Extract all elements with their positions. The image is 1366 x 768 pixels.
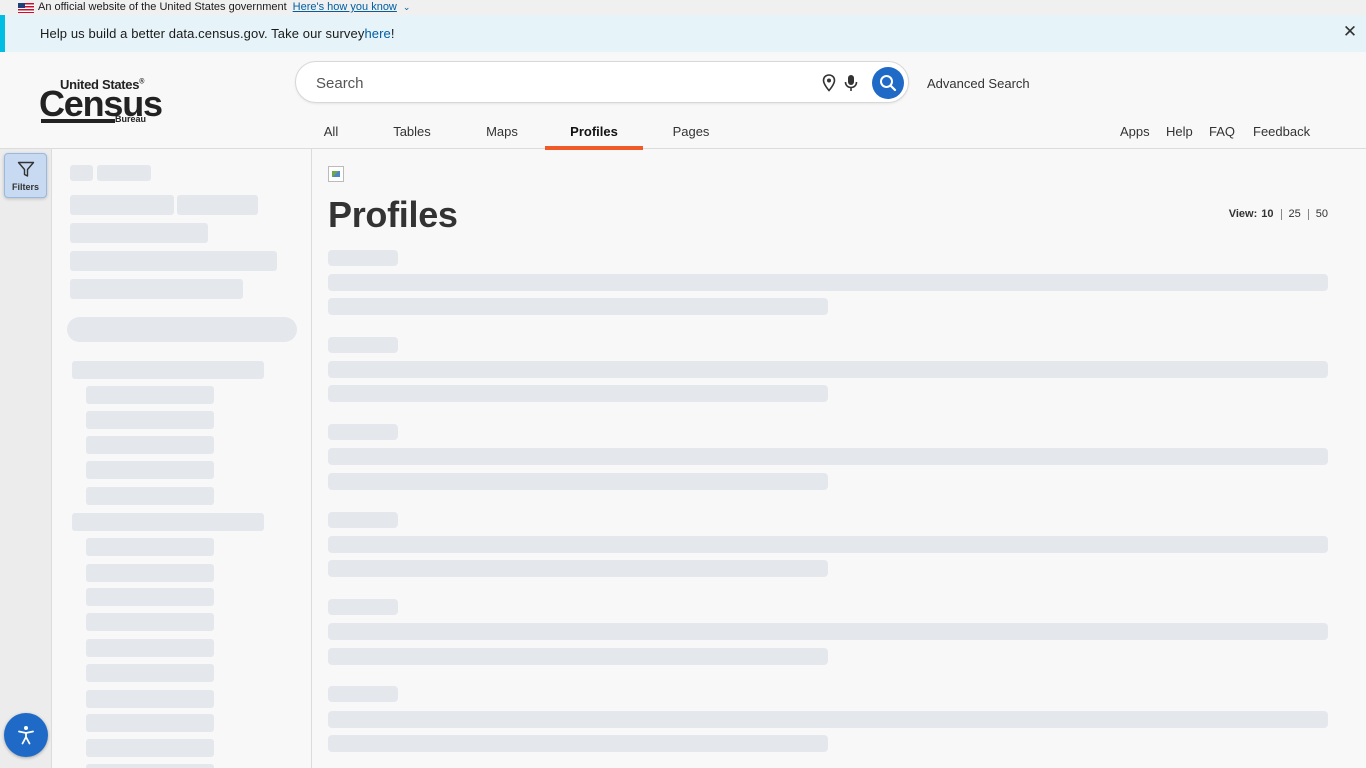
feedback-link[interactable]: Feedback [1253, 124, 1310, 139]
skeleton-placeholder [72, 361, 264, 379]
left-rail: Filters [0, 149, 52, 768]
skeleton-placeholder [86, 714, 214, 732]
filter-funnel-icon [17, 161, 34, 177]
tab-tables[interactable]: Tables [388, 124, 436, 149]
skeleton-placeholder [86, 613, 214, 631]
skeleton-placeholder [72, 513, 264, 531]
logo-bureau-text: Bureau [115, 114, 147, 124]
skeleton-placeholder [328, 711, 1328, 728]
logo-bar [41, 119, 115, 123]
search-box [295, 61, 909, 103]
filter-panel [53, 149, 312, 768]
close-icon[interactable]: ✕ [1340, 22, 1360, 42]
skeleton-placeholder [86, 436, 214, 454]
skeleton-placeholder [86, 664, 214, 682]
search-input[interactable] [316, 72, 796, 94]
tab-profiles[interactable]: Profiles [545, 124, 643, 150]
filters-label: Filters [11, 182, 39, 192]
skeleton-placeholder [328, 250, 398, 266]
skeleton-placeholder [86, 639, 214, 657]
skeleton-placeholder [177, 195, 258, 215]
filters-button[interactable]: Filters [4, 153, 47, 198]
tab-maps[interactable]: Maps [481, 124, 523, 149]
skeleton-placeholder [328, 298, 828, 315]
skeleton-placeholder [328, 424, 398, 440]
survey-banner: Help us build a better data.census.gov. … [0, 15, 1366, 52]
skeleton-placeholder [86, 538, 214, 556]
skeleton-placeholder [70, 251, 277, 271]
skeleton-placeholder [328, 735, 828, 752]
skeleton-placeholder [70, 223, 208, 243]
survey-text: Help us build a better data.census.gov. … [40, 26, 365, 41]
divider [1307, 208, 1309, 220]
gov-banner: An official website of the United States… [0, 0, 1366, 15]
skeleton-placeholder [328, 473, 828, 490]
view-count-selector: View: 10 25 50 [1229, 208, 1328, 220]
skeleton-placeholder [86, 487, 214, 505]
microphone-icon[interactable] [843, 74, 859, 92]
view-option-10[interactable]: 10 [1261, 208, 1273, 220]
view-option-25[interactable]: 25 [1289, 208, 1301, 220]
search-icon [880, 75, 897, 92]
apps-link[interactable]: Apps [1120, 124, 1150, 139]
us-flag-icon [18, 2, 34, 13]
skeleton-placeholder [328, 512, 398, 528]
skeleton-placeholder [97, 165, 151, 181]
survey-suffix: ! [390, 26, 395, 41]
skeleton-placeholder [328, 385, 828, 402]
census-logo[interactable]: United States® Census Bureau [38, 75, 163, 125]
accessibility-icon [18, 726, 34, 745]
skeleton-placeholder [86, 588, 214, 606]
skeleton-placeholder [328, 648, 828, 665]
skeleton-placeholder [86, 461, 214, 479]
skeleton-placeholder [70, 165, 93, 181]
search-button[interactable] [872, 67, 904, 99]
accessibility-button[interactable] [4, 713, 48, 757]
skeleton-placeholder [86, 764, 214, 768]
help-link[interactable]: Help [1166, 124, 1193, 139]
skeleton-placeholder [328, 560, 828, 577]
broken-image-icon [328, 166, 344, 182]
site-header: United States® Census Bureau Advanced Se… [0, 52, 1366, 150]
tab-pages[interactable]: Pages [669, 124, 713, 149]
advanced-search-link[interactable]: Advanced Search [927, 76, 1030, 91]
page-title: Profiles [328, 194, 458, 235]
faq-link[interactable]: FAQ [1209, 124, 1235, 139]
tab-all[interactable]: All [320, 124, 342, 149]
skeleton-placeholder [70, 279, 243, 299]
skeleton-placeholder [86, 411, 214, 429]
divider [1280, 208, 1282, 220]
skeleton-placeholder [328, 274, 1328, 291]
skeleton-placeholder [70, 195, 174, 215]
view-label: View: [1228, 208, 1258, 220]
skeleton-placeholder [86, 739, 214, 757]
location-pin-icon[interactable] [821, 74, 837, 92]
skeleton-placeholder [86, 386, 214, 404]
skeleton-placeholder [328, 536, 1328, 553]
heres-how-you-know-link[interactable]: Here's how you know [293, 0, 397, 15]
skeleton-placeholder [328, 686, 398, 702]
skeleton-placeholder [67, 317, 297, 342]
skeleton-placeholder [328, 337, 398, 353]
skeleton-placeholder [328, 448, 1328, 465]
skeleton-placeholder [86, 690, 214, 708]
chevron-down-icon[interactable]: ⌄ [403, 0, 411, 15]
survey-link[interactable]: here [364, 26, 390, 41]
skeleton-placeholder [328, 623, 1328, 640]
view-option-50[interactable]: 50 [1316, 208, 1328, 220]
skeleton-placeholder [86, 564, 214, 582]
skeleton-placeholder [328, 599, 398, 615]
skeleton-placeholder [328, 361, 1328, 378]
main-content: Profiles View: 10 25 50 [313, 149, 1366, 768]
gov-banner-text: An official website of the United States… [38, 1, 287, 13]
